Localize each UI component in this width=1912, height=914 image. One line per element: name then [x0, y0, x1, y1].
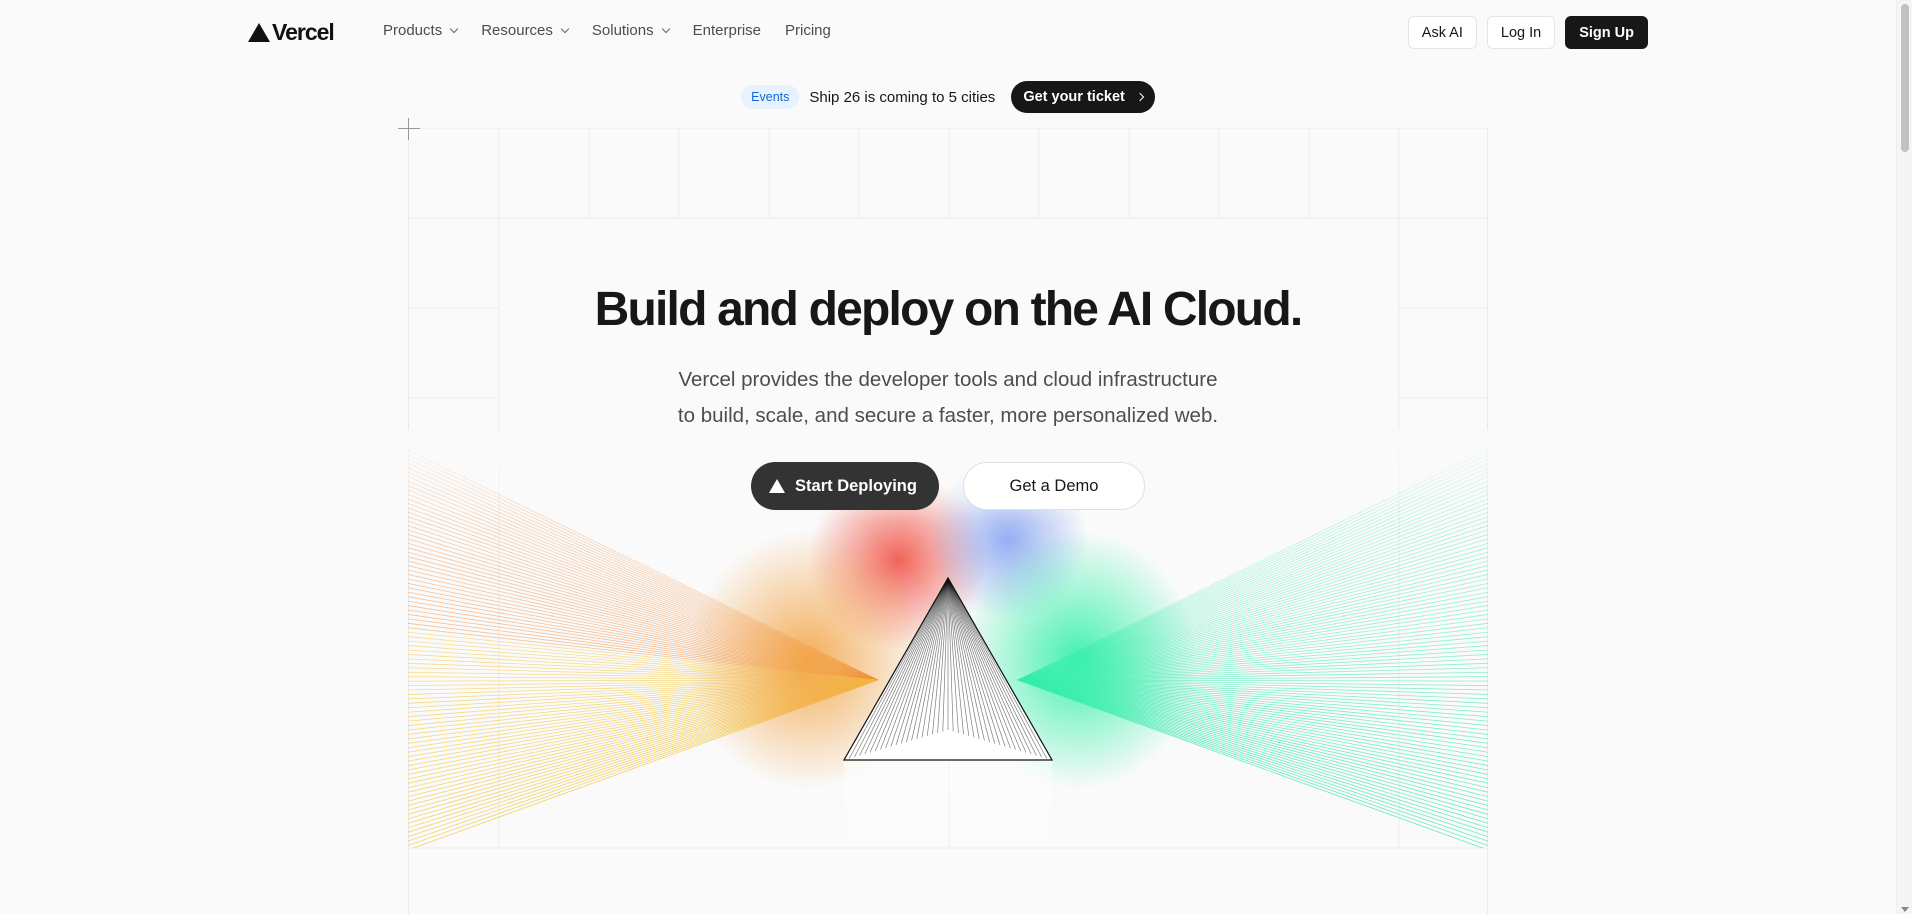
get-a-demo-button[interactable]: Get a Demo: [962, 462, 1145, 510]
ask-ai-button[interactable]: Ask AI: [1407, 16, 1477, 49]
top-navigation: Vercel Products Resources Solutions Ente…: [0, 0, 1896, 64]
nav-item-solutions[interactable]: Solutions: [592, 22, 670, 39]
nav-actions: Ask AI Log In Sign Up: [1407, 16, 1648, 49]
page-scrollbar[interactable]: [1896, 0, 1912, 914]
chevron-down-icon: [560, 24, 570, 33]
log-in-button[interactable]: Log In: [1486, 16, 1556, 49]
nav-item-products[interactable]: Products: [383, 22, 459, 39]
vercel-logo[interactable]: Vercel: [248, 19, 335, 46]
start-deploying-button[interactable]: Start Deploying: [751, 462, 939, 510]
hero-subtitle-line-2: to build, scale, and secure a faster, mo…: [677, 404, 1219, 427]
corner-plus-marker: [398, 118, 420, 140]
chevron-down-icon: [449, 24, 459, 33]
hero-title: Build and deploy on the AI Cloud.: [594, 283, 1304, 336]
scrollbar-thumb[interactable]: [1901, 4, 1909, 152]
triangle-logo-icon: [248, 23, 270, 42]
announcement-banner: Events Ship 26 is coming to 5 cities Get…: [0, 81, 1896, 113]
hero-subtitle: Vercel provides the developer tools and …: [0, 362, 1896, 434]
banner-text: Ship 26 is coming to 5 cities: [809, 88, 996, 106]
nav-item-pricing[interactable]: Pricing: [785, 22, 831, 39]
scroll-down-arrow-icon[interactable]: [1901, 907, 1909, 912]
brand-name: Vercel: [272, 19, 335, 45]
nav-item-resources[interactable]: Resources: [481, 22, 570, 39]
nav-item-enterprise[interactable]: Enterprise: [693, 22, 761, 39]
sign-up-button[interactable]: Sign Up: [1565, 16, 1648, 49]
chevron-down-icon: [661, 24, 670, 33]
chevron-right-icon: [1135, 92, 1145, 102]
hero-cta-group: Start Deploying Get a Demo: [0, 462, 1896, 510]
hero-subtitle-line-1: Vercel provides the developer tools and …: [678, 368, 1218, 391]
events-badge: Events: [741, 85, 800, 109]
nav-links: Products Resources Solutions Enterprise …: [383, 22, 855, 39]
triangle-icon: [769, 479, 786, 493]
get-ticket-button[interactable]: Get your ticket: [1011, 81, 1155, 113]
